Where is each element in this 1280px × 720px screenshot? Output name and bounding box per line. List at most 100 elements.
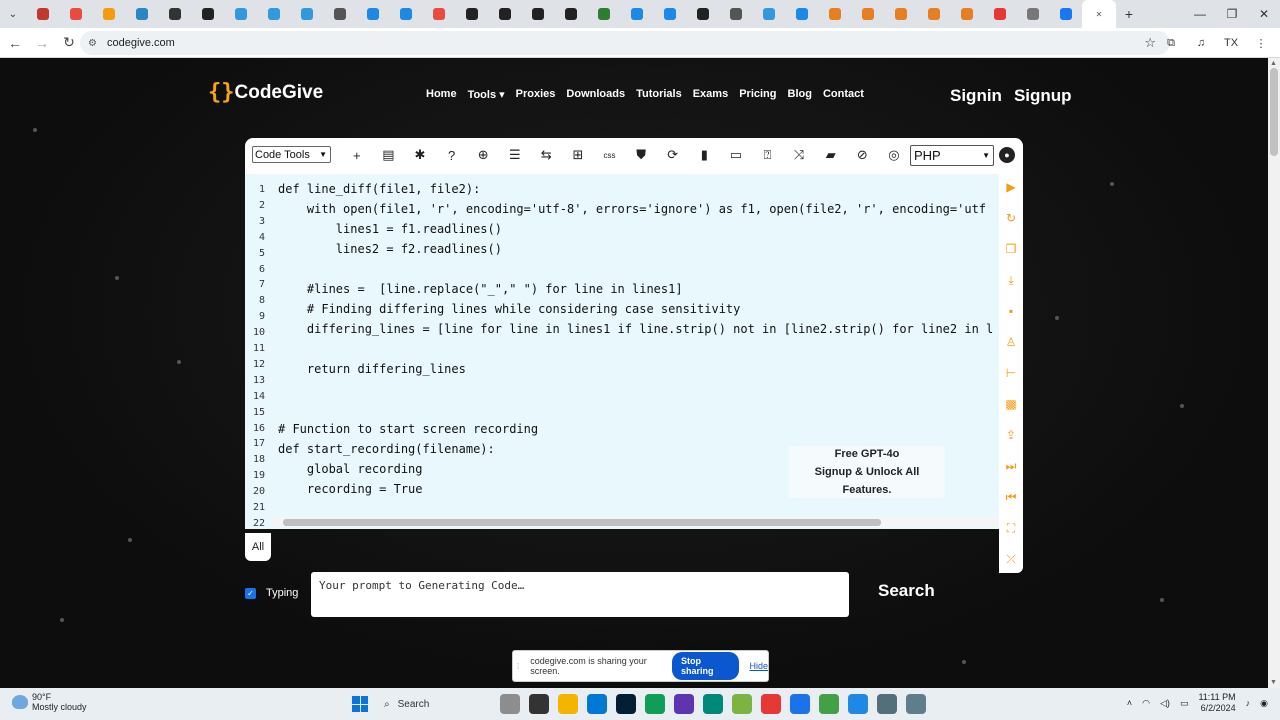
sliders-icon[interactable]: ⇆ xyxy=(531,145,563,165)
fullscreen-icon[interactable]: ⛶ xyxy=(1004,521,1018,535)
reload-icon[interactable]: ↻ xyxy=(57,31,81,55)
extension-tx-icon[interactable]: TX xyxy=(1218,31,1244,55)
back-icon[interactable]: ← xyxy=(3,31,27,55)
taskbar-search[interactable]: ⌕ Search xyxy=(378,693,496,715)
taskbar-app-icon[interactable] xyxy=(529,694,549,714)
scroll-up-icon[interactable]: ▲ xyxy=(1270,60,1277,67)
code-line[interactable]: return differing_lines xyxy=(278,362,466,376)
copy-icon[interactable]: ❐ xyxy=(1004,242,1018,256)
browser-tab[interactable] xyxy=(488,0,521,28)
copilot-icon[interactable]: ◉ xyxy=(1260,698,1268,709)
browser-tab[interactable] xyxy=(851,0,884,28)
book-icon[interactable]: ▮ xyxy=(689,145,721,165)
browser-tab[interactable] xyxy=(719,0,752,28)
browser-tab[interactable] xyxy=(686,0,719,28)
code-line[interactable]: global recording xyxy=(278,462,423,476)
question-box-icon[interactable]: ⍰ xyxy=(752,145,784,165)
browser-tab[interactable] xyxy=(158,0,191,28)
taskbar-app-icon[interactable] xyxy=(674,694,694,714)
code-line[interactable]: #lines = [line.replace("_"," ") for line… xyxy=(278,282,683,296)
browser-tab[interactable] xyxy=(26,0,59,28)
taskbar-app-icon[interactable] xyxy=(616,694,636,714)
bug-icon[interactable]: ✱ xyxy=(404,145,436,165)
page-scrollbar[interactable]: ▲ ▼ xyxy=(1268,58,1280,688)
help-icon[interactable]: ? xyxy=(436,145,468,165)
browser-tab[interactable] xyxy=(1049,0,1082,28)
toggle-icon[interactable]: ◎ xyxy=(878,145,910,165)
document-icon[interactable]: ▤ xyxy=(373,145,405,165)
media-control-icon[interactable]: ♫ xyxy=(1188,31,1214,55)
wifi-icon[interactable]: ◠ xyxy=(1142,698,1150,709)
browser-tab[interactable] xyxy=(290,0,323,28)
weather-widget[interactable]: 90°F Mostly cloudy xyxy=(12,692,87,712)
taskbar-app-icon[interactable] xyxy=(819,694,839,714)
chevron-up-icon[interactable]: ˄ xyxy=(1127,698,1132,708)
browser-tab[interactable] xyxy=(125,0,158,28)
typing-checkbox[interactable]: ✓ xyxy=(245,587,256,599)
notification-bell-icon[interactable]: ♪ xyxy=(1246,698,1251,708)
taskbar-app-icon[interactable] xyxy=(848,694,868,714)
taskbar-app-icon[interactable] xyxy=(558,694,578,714)
taskbar-app-icon[interactable] xyxy=(587,694,607,714)
typing-toggle[interactable]: ✓ Typing xyxy=(245,587,298,599)
browser-tab[interactable] xyxy=(59,0,92,28)
save-icon[interactable]: ▪ xyxy=(1004,304,1018,318)
taskbar-app-icon[interactable] xyxy=(790,694,810,714)
browser-tab[interactable] xyxy=(983,0,1016,28)
browser-tab[interactable] xyxy=(620,0,653,28)
plus-icon[interactable]: + xyxy=(341,145,373,165)
play-icon[interactable]: ▶ xyxy=(1004,180,1018,194)
browser-tab-active[interactable]: ✕ xyxy=(1082,0,1116,28)
refresh-icon[interactable]: ↻ xyxy=(1004,211,1018,225)
prompt-input[interactable]: Your prompt to Generating Code… xyxy=(311,572,849,617)
browser-tab[interactable] xyxy=(92,0,125,28)
code-line[interactable]: def line_diff(file1, file2): xyxy=(278,182,480,196)
tab-search-dropdown-icon[interactable]: ⌄ xyxy=(0,0,26,28)
search-button[interactable]: Search xyxy=(878,581,935,601)
nav-proxies[interactable]: Proxies xyxy=(516,88,556,101)
drag-grip-icon[interactable]: ⁞ xyxy=(517,662,524,671)
taskbar-app-icon[interactable] xyxy=(906,694,926,714)
windows-start-icon[interactable] xyxy=(352,696,368,712)
skip-end-icon[interactable]: ⏭ xyxy=(1004,459,1018,473)
browser-tab[interactable] xyxy=(455,0,488,28)
skip-start-icon[interactable]: ⏮ xyxy=(1004,490,1018,504)
css-icon[interactable]: css xyxy=(594,145,626,165)
stop-sharing-button[interactable]: Stop sharing xyxy=(671,652,740,680)
browser-tab[interactable] xyxy=(191,0,224,28)
scroll-down-icon[interactable]: ▼ xyxy=(1270,679,1277,686)
split-icon[interactable]: ⊢ xyxy=(1004,366,1018,380)
signup-link[interactable]: Signup xyxy=(1014,86,1072,106)
browser-tab[interactable] xyxy=(587,0,620,28)
browser-tab[interactable] xyxy=(917,0,950,28)
browser-tab[interactable] xyxy=(752,0,785,28)
browser-tab[interactable] xyxy=(323,0,356,28)
browser-tab[interactable] xyxy=(1016,0,1049,28)
site-logo[interactable]: {} CodeGive xyxy=(208,82,323,104)
nav-exams[interactable]: Exams xyxy=(693,88,728,101)
code-tools-select[interactable]: Code Tools ▼ xyxy=(252,146,331,163)
battery-icon[interactable]: ▭ xyxy=(1180,698,1189,709)
browser-tab[interactable] xyxy=(785,0,818,28)
browser-tab[interactable] xyxy=(653,0,686,28)
code-line[interactable]: recording = True xyxy=(278,482,423,496)
nav-blog[interactable]: Blog xyxy=(788,88,812,101)
browser-tab[interactable] xyxy=(521,0,554,28)
new-tab-button[interactable]: + xyxy=(1116,6,1142,22)
taskbar-app-icon[interactable] xyxy=(500,694,520,714)
extensions-icon[interactable]: ⧉ xyxy=(1158,31,1184,55)
nav-contact[interactable]: Contact xyxy=(823,88,864,101)
code-line[interactable]: differing_lines = [line for line in line… xyxy=(278,322,993,336)
browser-tab[interactable] xyxy=(389,0,422,28)
code-line[interactable]: with open(file1, 'r', encoding='utf-8', … xyxy=(278,202,986,216)
globe-icon[interactable]: ⊕ xyxy=(467,145,499,165)
taskbar-app-icon[interactable] xyxy=(877,694,897,714)
upload-file-icon[interactable]: ⇪ xyxy=(1004,428,1018,442)
bookmark-star-icon[interactable]: ☆ xyxy=(1144,35,1156,51)
browser-tab[interactable] xyxy=(422,0,455,28)
nav-pricing[interactable]: Pricing xyxy=(739,88,776,101)
hide-share-bar-link[interactable]: Hide xyxy=(749,661,768,671)
url-input[interactable]: ⚙ codegive.com ☆ xyxy=(80,31,1170,55)
site-info-icon[interactable]: ⚙ xyxy=(88,38,97,49)
nav-tutorials[interactable]: Tutorials xyxy=(636,88,682,101)
